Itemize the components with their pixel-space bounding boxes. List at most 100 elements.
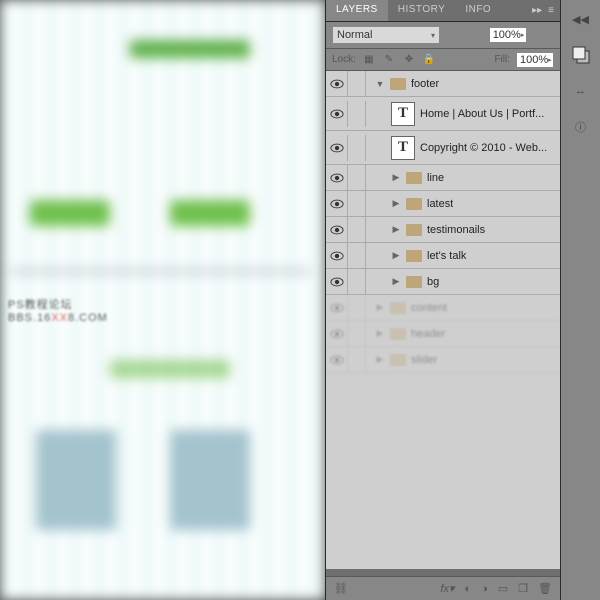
visibility-toggle[interactable]: [326, 295, 348, 321]
layers-footer: ⛓ fx▾ ◐ ◑ ▭ ❐ 🗑: [326, 576, 560, 600]
layer-name[interactable]: footer: [411, 78, 439, 90]
lock-image-icon[interactable]: ✎: [382, 53, 396, 67]
folder-icon: [390, 78, 406, 90]
link-cell: [348, 165, 366, 191]
disclosure-closed-icon[interactable]: ▶: [375, 328, 385, 339]
fx-icon[interactable]: fx▾: [440, 582, 454, 595]
visibility-toggle[interactable]: [326, 135, 348, 161]
blend-opacity-row: Normal ▾ Opacity: 100%▸: [326, 22, 560, 49]
fill-input[interactable]: 100%▸: [516, 52, 554, 68]
layer-content: ▼ footer: [366, 78, 560, 90]
visibility-toggle[interactable]: [326, 321, 348, 347]
visibility-toggle[interactable]: [326, 269, 348, 295]
link-cell: [348, 71, 366, 97]
new-group-icon[interactable]: ▭: [498, 582, 508, 595]
folder-icon: [390, 328, 406, 340]
layer-content: ▶ testimonails: [366, 224, 560, 236]
brush-icon[interactable]: ↔: [570, 80, 592, 102]
link-cell: [348, 135, 366, 161]
layer-content: ▶ header: [366, 328, 560, 340]
visibility-toggle[interactable]: [326, 165, 348, 191]
layer-name[interactable]: latest: [427, 198, 453, 210]
delete-layer-icon[interactable]: 🗑: [538, 582, 552, 595]
visibility-toggle[interactable]: [326, 243, 348, 269]
disclosure-closed-icon[interactable]: ▶: [375, 302, 385, 313]
layer-row[interactable]: ▶ bg: [326, 269, 560, 295]
layer-row[interactable]: TCopyright © 2010 - Web...: [326, 131, 560, 165]
link-layers-icon[interactable]: ⛓: [334, 582, 348, 595]
layer-name[interactable]: header: [411, 328, 445, 340]
layer-row[interactable]: ▶ slider: [326, 347, 560, 373]
panel-collapse-icon[interactable]: ▸▸: [532, 5, 542, 16]
layer-content: ▶ content: [366, 302, 560, 314]
layer-name[interactable]: Home | About Us | Portf...: [420, 108, 544, 120]
adjustment-icon[interactable]: ◑: [481, 583, 488, 595]
link-cell: [348, 269, 366, 295]
layer-name[interactable]: testimonails: [427, 224, 485, 236]
folder-icon: [390, 354, 406, 366]
visibility-toggle[interactable]: [326, 101, 348, 127]
layer-content: ▶ slider: [366, 354, 560, 366]
link-cell: [348, 101, 366, 127]
link-cell: [348, 295, 366, 321]
disclosure-closed-icon[interactable]: ▶: [391, 250, 401, 261]
link-cell: [348, 217, 366, 243]
layer-row[interactable]: ▼ footer: [326, 71, 560, 97]
lock-position-icon[interactable]: ✥: [402, 53, 416, 67]
layer-row[interactable]: ▶ let's talk: [326, 243, 560, 269]
blend-mode-value: Normal: [337, 29, 372, 41]
link-cell: [348, 321, 366, 347]
layer-row[interactable]: ▶ content: [326, 295, 560, 321]
layer-row[interactable]: ▶ line: [326, 165, 560, 191]
visibility-toggle[interactable]: [326, 217, 348, 243]
layer-content: ▶ bg: [366, 276, 560, 288]
disclosure-closed-icon[interactable]: ▶: [391, 224, 401, 235]
layer-name[interactable]: bg: [427, 276, 439, 288]
text-layer-thumb: T: [391, 102, 415, 126]
layer-name[interactable]: line: [427, 172, 444, 184]
folder-icon: [406, 224, 422, 236]
disclosure-closed-icon[interactable]: ▶: [391, 198, 401, 209]
new-layer-icon[interactable]: ❐: [518, 582, 528, 595]
tab-history[interactable]: HISTORY: [388, 0, 456, 21]
visibility-toggle[interactable]: [326, 347, 348, 373]
lock-transparent-icon[interactable]: ▦: [362, 53, 376, 67]
layer-row[interactable]: ▶ latest: [326, 191, 560, 217]
layer-content: T Home | About Us | Portf...: [366, 102, 560, 126]
layer-name[interactable]: slider: [411, 354, 437, 366]
link-cell: [348, 347, 366, 373]
layer-row[interactable]: T Home | About Us | Portf...: [326, 97, 560, 131]
swatches-icon[interactable]: [570, 44, 592, 66]
disclosure-closed-icon[interactable]: ▶: [391, 276, 401, 287]
layers-list[interactable]: ▼ footer T Home | About Us | Portf... TCopyr…: [326, 71, 560, 569]
layer-row[interactable]: ▶ header: [326, 321, 560, 347]
chevron-right-icon: ▸: [521, 31, 525, 39]
disclosure-closed-icon[interactable]: ▶: [391, 172, 401, 183]
layers-panel: LAYERS HISTORY INFO ▸▸ ≡ Normal ▾ Opacit…: [325, 0, 560, 600]
disclosure-open-icon[interactable]: ▼: [375, 79, 385, 89]
visibility-toggle[interactable]: [326, 191, 348, 217]
folder-icon: [406, 198, 422, 210]
watermark: PS教程论坛 BBS.16XX8.COM: [8, 296, 108, 324]
opacity-input[interactable]: 100%▸: [489, 27, 527, 43]
folder-icon: [406, 276, 422, 288]
layer-row[interactable]: ▶ testimonails: [326, 217, 560, 243]
dock-expand-icon[interactable]: ◀◀: [570, 8, 592, 30]
layer-mask-icon[interactable]: ◐: [464, 583, 471, 595]
tab-info[interactable]: INFO: [455, 0, 501, 21]
panel-menu-icon[interactable]: ≡: [548, 5, 554, 16]
lock-all-icon[interactable]: 🔒: [422, 53, 436, 67]
collapsed-panels-dock: ◀◀ ↔ ⓘ: [560, 0, 600, 600]
disclosure-closed-icon[interactable]: ▶: [375, 354, 385, 365]
info-icon[interactable]: ⓘ: [570, 116, 592, 138]
tab-layers[interactable]: LAYERS: [326, 0, 388, 21]
layer-name[interactable]: let's talk: [427, 250, 466, 262]
visibility-toggle[interactable]: [326, 71, 348, 97]
blend-mode-dropdown[interactable]: Normal ▾: [332, 26, 440, 44]
watermark-line2: BBS.16XX8.COM: [8, 312, 108, 324]
fill-label: Fill:: [494, 54, 510, 65]
layer-name[interactable]: content: [411, 302, 447, 314]
layer-name[interactable]: Copyright © 2010 - Web...: [420, 142, 547, 154]
layer-content: ▶ line: [366, 172, 560, 184]
watermark-line1: PS教程论坛: [8, 296, 108, 312]
